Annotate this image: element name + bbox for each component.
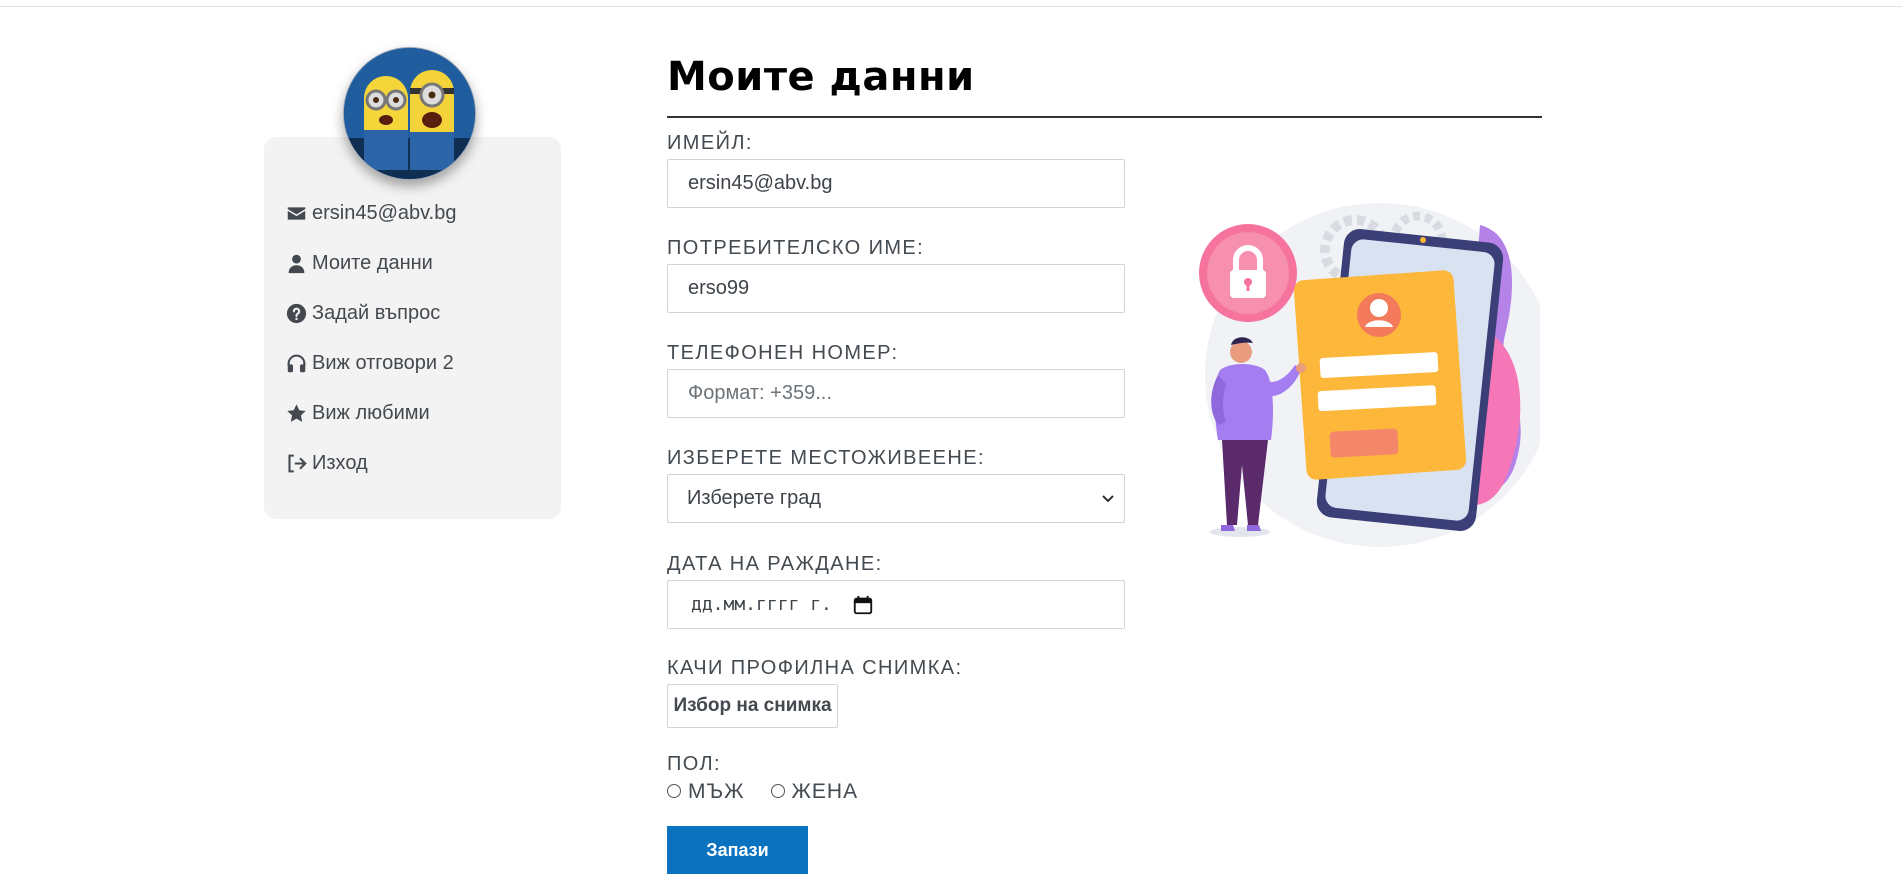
user-icon	[285, 253, 307, 275]
city-select-value: Изберете град	[687, 487, 822, 509]
gender-options: МЪЖ ЖЕНА	[667, 780, 858, 804]
top-divider	[0, 6, 1902, 7]
sidebar-item-label: Изход	[312, 452, 368, 474]
envelope-icon	[285, 203, 307, 225]
city-label: ИЗБЕРЕТЕ МЕСТОЖИВЕЕНЕ:	[667, 447, 985, 469]
choose-photo-button[interactable]: Избор на снимка	[667, 684, 838, 728]
security-illustration	[1199, 203, 1540, 547]
birthdate-field[interactable]: дд.мм.гггг г.	[667, 580, 1125, 629]
birthdate-placeholder: дд.мм.гггг г.	[691, 594, 832, 615]
sidebar-item-favorites[interactable]: Виж любими	[285, 400, 456, 427]
gender-female-radio[interactable]	[770, 783, 785, 798]
sidebar-item-label: Задай въпрос	[312, 302, 441, 324]
gender-male-label: МЪЖ	[688, 780, 745, 803]
sign-out-icon	[285, 453, 307, 475]
page-title: Моите данни	[667, 54, 975, 100]
birthdate-label: ДАТА НА РАЖДАНЕ:	[667, 553, 883, 575]
username-field[interactable]	[667, 264, 1125, 313]
gender-male-radio[interactable]	[667, 783, 681, 798]
gender-female-label: ЖЕНА	[791, 780, 859, 803]
headphones-icon	[285, 353, 307, 375]
email-field[interactable]	[667, 159, 1125, 208]
title-divider	[667, 116, 1542, 118]
question-circle-icon	[285, 303, 307, 325]
phone-field[interactable]	[667, 369, 1125, 418]
sidebar-item-logout[interactable]: Изход	[285, 450, 456, 477]
gender-label: ПОЛ:	[667, 753, 721, 775]
phone-label: ТЕЛЕФОНЕН НОМЕР:	[667, 342, 899, 364]
sidebar-item-label: Виж любими	[312, 402, 430, 424]
photo-label: КАЧИ ПРОФИЛНА СНИМКА:	[667, 657, 963, 679]
sidebar-item-ask-question[interactable]: Задай въпрос	[285, 300, 456, 327]
sidebar-item-label: Моите данни	[312, 252, 433, 274]
star-icon	[285, 403, 307, 425]
save-button[interactable]: Запази	[667, 826, 808, 874]
sidebar-item-my-data[interactable]: Моите данни	[285, 250, 456, 277]
sidebar-item-label: Виж отговори 2	[312, 352, 454, 374]
email-label: ИМЕЙЛ:	[667, 132, 753, 154]
avatar	[343, 47, 476, 180]
chevron-down-icon	[1102, 495, 1114, 503]
avatar-image	[344, 48, 475, 179]
username-label: ПОТРЕБИТЕЛСКО ИМЕ:	[667, 237, 925, 259]
calendar-icon[interactable]	[852, 594, 874, 616]
sidebar-menu: ersin45@abv.bg Моите данни Задай въпрос …	[285, 200, 456, 500]
sidebar-item-email[interactable]: ersin45@abv.bg	[285, 200, 456, 227]
sidebar-item-label: ersin45@abv.bg	[312, 202, 457, 224]
sidebar-item-view-answers[interactable]: Виж отговори 2	[285, 350, 456, 377]
city-select[interactable]: Изберете град	[667, 474, 1125, 523]
